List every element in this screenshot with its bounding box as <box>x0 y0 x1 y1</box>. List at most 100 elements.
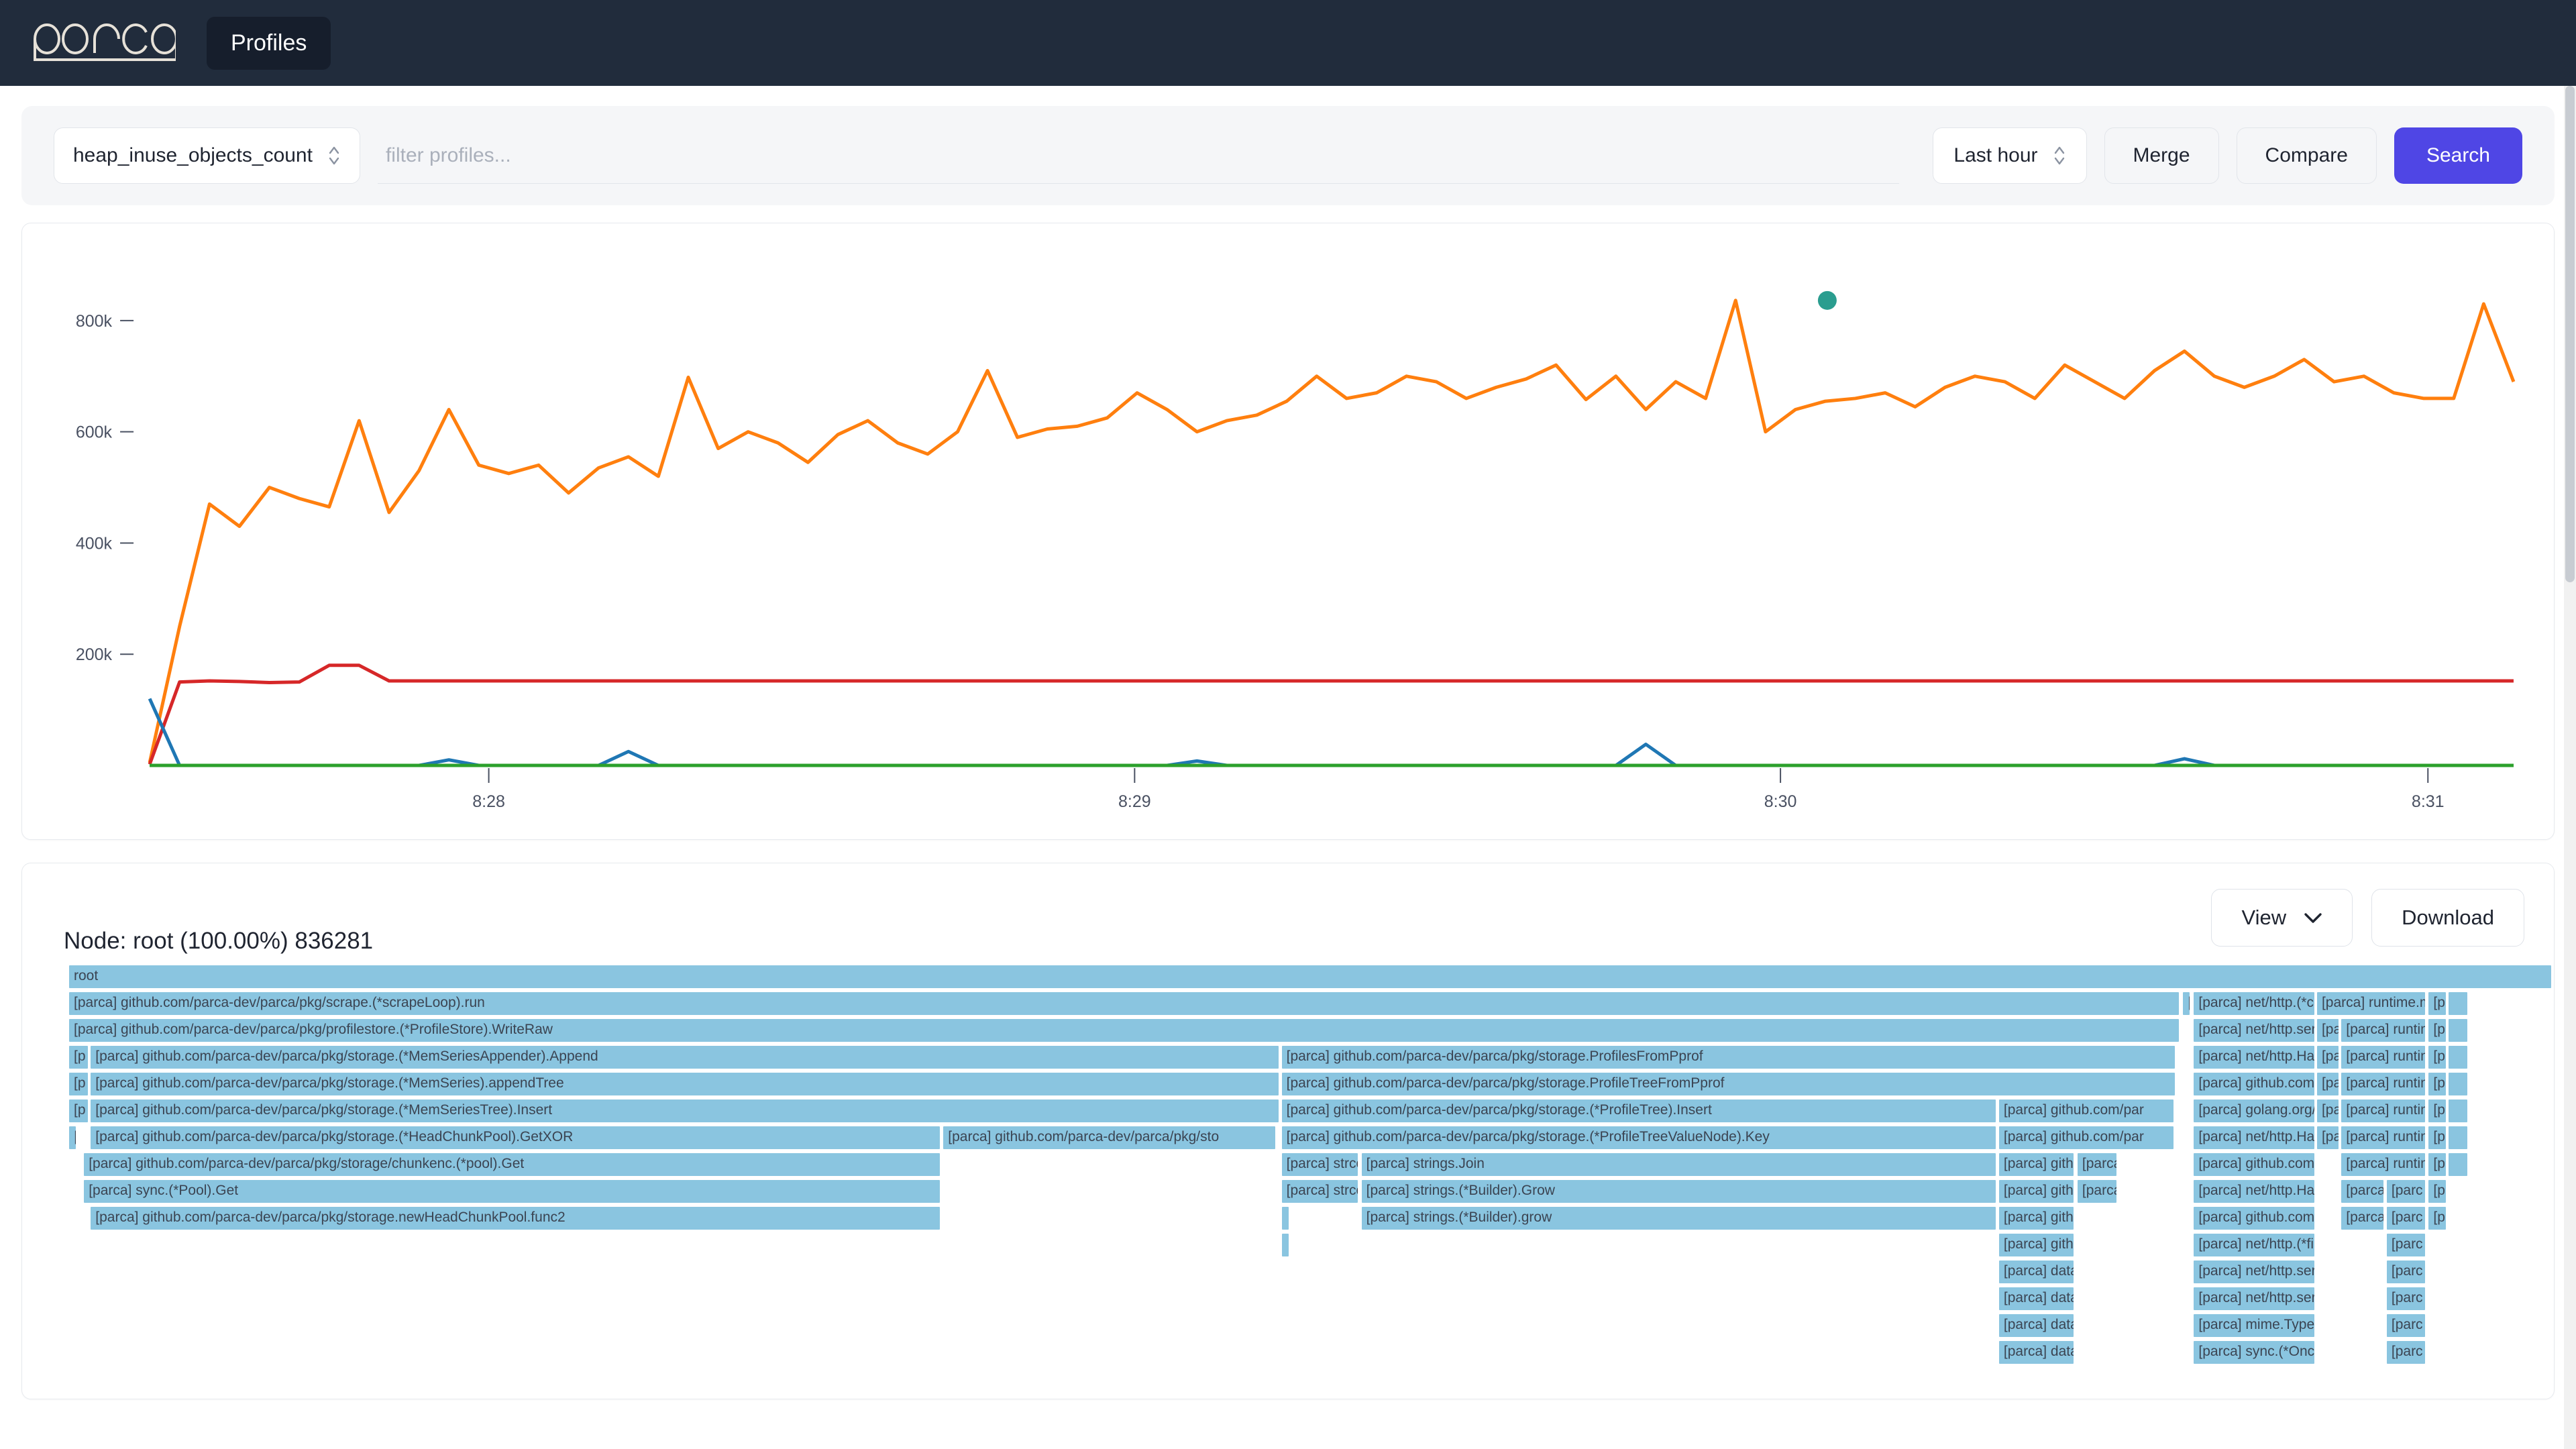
flamegraph-frame[interactable]: [p <box>2428 1046 2445 1069</box>
flamegraph-frame[interactable]: [parca] github.com/parca <box>2194 1207 2314 1230</box>
flamegraph-frame[interactable]: [parca] github.com/parca-dev/parca/pkg/p… <box>69 1019 2179 1042</box>
merge-button[interactable]: Merge <box>2104 127 2219 184</box>
time-range-select[interactable]: Last hour <box>1933 127 2086 184</box>
flamegraph-frame[interactable]: [parc <box>2387 1287 2425 1310</box>
flamegraph-frame[interactable]: [parca] github.com/parca-dev/parca/pkg/s… <box>91 1099 1278 1122</box>
flamegraph-frame[interactable]: [parca] runtime.mai <box>2317 992 2425 1015</box>
flamegraph-frame[interactable]: [p <box>2428 1153 2445 1176</box>
flamegraph-frame[interactable]: [p <box>2428 1207 2445 1230</box>
flamegraph-frame[interactable]: [parca] github: <box>1999 1234 2074 1256</box>
profile-type-select[interactable]: heap_inuse_objects_count <box>54 127 360 184</box>
chart-svg[interactable]: 800k600k400k200k8:288:298:308:31 <box>22 223 2554 839</box>
flamegraph-frame[interactable]: [p <box>2428 992 2445 1015</box>
flamegraph-frame[interactable]: [parca] github.com/parca-dev/parca/pkg/s… <box>1282 1073 2176 1095</box>
flamegraph-frame[interactable]: [parc <box>2387 1314 2425 1337</box>
flamegraph-frame[interactable]: [p <box>69 1099 88 1122</box>
flamegraph-frame[interactable]: [parca] github.com/parca <box>2194 1153 2314 1176</box>
flamegraph-frame[interactable]: [parca] strconv.Forr <box>1282 1153 1358 1176</box>
flamegraph-frame[interactable]: [parca] github.com/parca-dev/parca/pkg/s… <box>943 1126 1275 1149</box>
page-scrollbar-thumb[interactable] <box>2565 86 2575 582</box>
flamegraph-frame[interactable] <box>2449 1126 2467 1149</box>
flamegraph-frame[interactable]: [p <box>2428 1180 2445 1203</box>
flamegraph-frame[interactable]: [parca] datab <box>1999 1314 2074 1337</box>
flamegraph-frame[interactable]: [parca] strconv.forn <box>1282 1180 1358 1203</box>
flamegraph-frame[interactable]: [parca] github.com/parca-dev/parca/pkg/s… <box>91 1046 1278 1069</box>
view-button[interactable]: View <box>2211 889 2353 947</box>
flamegraph-frame[interactable]: [p <box>69 1046 88 1069</box>
flamegraph-frame[interactable]: [parca] r <box>2341 1180 2383 1203</box>
flamegraph-frame[interactable]: [parca] github.com/parca-dev/parca/pkg/s… <box>91 1073 1278 1095</box>
flamegraph-frame[interactable]: [parca] github: <box>1999 1153 2074 1176</box>
flamegraph-frame[interactable]: [parca] runtime <box>2341 1073 2425 1095</box>
flamegraph-frame[interactable]: [parca] github.com/parca-dev/parca/pkg/s… <box>1282 1126 1996 1149</box>
flamegraph-frame[interactable]: [parca] github: <box>1999 1180 2074 1203</box>
filter-profiles-input[interactable] <box>378 127 1899 184</box>
flamegraph-frame[interactable]: [parca] github.com/parca-dev/parca/pkg/s… <box>1282 1099 1996 1122</box>
flamegraph-frame[interactable]: [parca] net/http.(*fileHan <box>2194 1234 2314 1256</box>
flamegraph-frame[interactable] <box>2449 1019 2467 1042</box>
compare-button[interactable]: Compare <box>2237 127 2377 184</box>
flamegraph-frame[interactable]: [p <box>2428 1073 2445 1095</box>
flamegraph-frame[interactable]: [p <box>2428 1019 2445 1042</box>
flamegraph-frame[interactable]: [parca] runtime <box>2341 1046 2425 1069</box>
flamegraph-frame[interactable]: [parca] net/http.(*conn).s <box>2194 992 2314 1015</box>
flamegraph-frame[interactable]: [parca] sync.(*Once).Do <box>2194 1341 2314 1364</box>
flamegraph-frame[interactable]: [parca] strings.(*Builder).Grow <box>1362 1180 1996 1203</box>
search-button[interactable]: Search <box>2394 127 2522 184</box>
metrics-chart[interactable]: 800k600k400k200k8:288:298:308:31 <box>22 223 2554 839</box>
flamegraph-frame[interactable] <box>2449 992 2467 1015</box>
flamegraph-frame[interactable]: root <box>69 965 2551 988</box>
flamegraph-frame[interactable]: | <box>69 1126 76 1149</box>
flamegraph-frame[interactable]: [parca] github.com/parca-dev/parca/pkg/s… <box>69 992 2179 1015</box>
flamegraph-frame[interactable]: [pa <box>2317 1126 2339 1149</box>
flamegraph-frame[interactable] <box>1282 1234 1289 1256</box>
flamegraph-frame[interactable]: [parca <box>2078 1180 2117 1203</box>
flamegraph-frame[interactable]: [pa <box>2317 1019 2339 1042</box>
flamegraph-frame[interactable]: [pa <box>2317 1046 2339 1069</box>
chart-line-series-blue[interactable] <box>150 699 2514 765</box>
flamegraph-frame[interactable] <box>2449 1153 2467 1176</box>
chart-line-series-red[interactable] <box>150 665 2514 765</box>
flamegraph-frame[interactable]: [p <box>2428 1099 2445 1122</box>
flamegraph-frame[interactable]: [parca] net/http.serveCon <box>2194 1287 2314 1310</box>
flamegraph-frame[interactable] <box>2449 1099 2467 1122</box>
flamegraph-frame[interactable]: [p <box>69 1073 88 1095</box>
flamegraph-frame[interactable]: [parca] mime.TypeByExte <box>2194 1314 2314 1337</box>
parca-logo[interactable] <box>31 22 176 64</box>
chart-line-series-orange[interactable] <box>150 301 2514 763</box>
flamegraph-frame[interactable]: [parca] github.com/go-ch <box>2194 1073 2314 1095</box>
flamegraph-frame[interactable]: [parca] datab <box>1999 1287 2074 1310</box>
flamegraph-frame[interactable]: [parca] strings.(*Builder).grow <box>1362 1207 1996 1230</box>
flamegraph-frame[interactable]: [parc <box>2387 1234 2425 1256</box>
flamegraph-frame[interactable]: [parc <box>2387 1207 2425 1230</box>
flamegraph-frame[interactable]: [pa <box>2317 1073 2339 1095</box>
flamegraph-frame[interactable]: [parca] github: <box>1999 1207 2074 1230</box>
download-button[interactable]: Download <box>2371 889 2524 947</box>
flamegraph-frame[interactable]: [parca] s <box>2341 1207 2383 1230</box>
flamegraph-frame[interactable]: [parca] net/http.HandlerF <box>2194 1180 2314 1203</box>
flamegraph-frame[interactable]: [parca] github.com/par <box>1999 1126 2174 1149</box>
flamegraph-frame[interactable]: [parc <box>2387 1341 2425 1364</box>
flamegraph-frame[interactable]: [parca] net/http.HandlerF <box>2194 1046 2314 1069</box>
flamegraph-frame[interactable]: [parca] runtime <box>2341 1099 2425 1122</box>
flamegraph-frame[interactable]: [parca] sync.(*Pool).Get <box>84 1180 940 1203</box>
flamegraph-frame[interactable]: [parca] datab <box>1999 1260 2074 1283</box>
flamegraph-frames[interactable]: root [parca] github.com/parca-dev/parca/p… <box>69 965 2554 1399</box>
nav-tab-profiles[interactable]: Profiles <box>207 17 331 70</box>
flamegraph-frame[interactable]: [parca] github.com/parca-dev/parca/pkg/s… <box>84 1153 940 1176</box>
flamegraph-frame[interactable] <box>2449 1073 2467 1095</box>
flamegraph-frame[interactable]: [parca] github.com/parca-dev/parca/pkg/s… <box>91 1207 940 1230</box>
flamegraph-frame[interactable]: [parca] net/http.serveFile <box>2194 1260 2314 1283</box>
flamegraph-frame[interactable] <box>2449 1046 2467 1069</box>
selected-data-point[interactable] <box>1818 291 1837 310</box>
flamegraph-frame[interactable]: [parca] <box>2078 1153 2117 1176</box>
flamegraph-frame[interactable]: [parca] github.com/parca-dev/parca/pkg/s… <box>1282 1046 2176 1069</box>
flamegraph-frame[interactable]: [parca] golang.org/x/net/ <box>2194 1099 2314 1122</box>
page-scrollbar[interactable] <box>2564 86 2576 1449</box>
flamegraph-frame[interactable]: [parc <box>2387 1180 2425 1203</box>
flamegraph-frame[interactable]: [parc <box>2387 1260 2425 1283</box>
flamegraph-frame[interactable]: [p <box>2428 1126 2445 1149</box>
flamegraph-frame[interactable]: [parca] net/http.HandlerF <box>2194 1126 2314 1149</box>
flamegraph-frame[interactable]: [parca] strings.Join <box>1362 1153 1996 1176</box>
flamegraph-frame[interactable]: [parca] github.com/parca-dev/parca/pkg/s… <box>91 1126 940 1149</box>
